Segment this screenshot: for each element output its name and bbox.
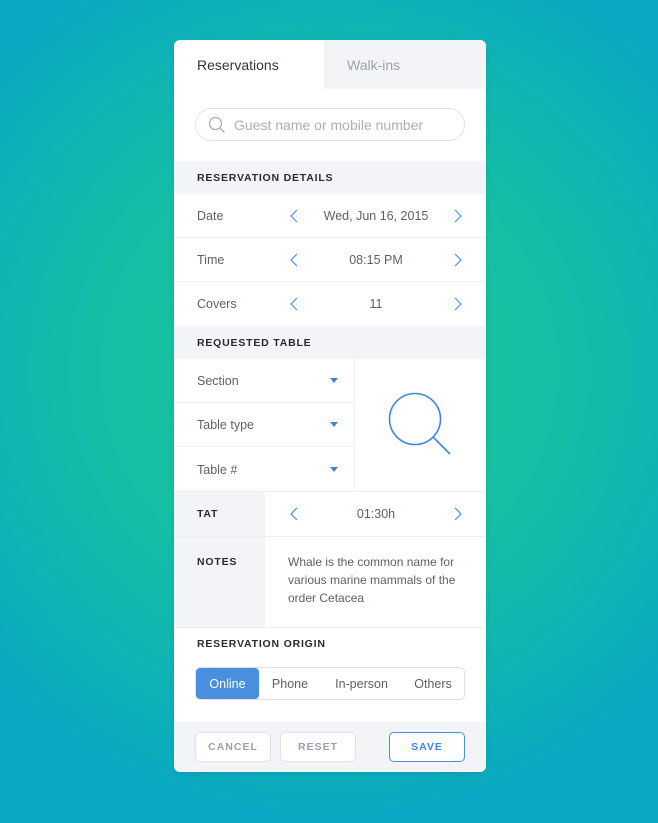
covers-row: Covers 11 bbox=[174, 282, 486, 326]
reset-button[interactable]: RESET bbox=[280, 732, 356, 762]
origin-option-others[interactable]: Others bbox=[402, 668, 464, 699]
time-prev-button[interactable] bbox=[286, 252, 302, 268]
covers-prev-button[interactable] bbox=[286, 296, 302, 312]
reservation-details: Date Wed, Jun 16, 2015 Time 08:15 PM Cov… bbox=[174, 194, 486, 326]
section-dropdown[interactable]: Section bbox=[174, 359, 354, 403]
date-label: Date bbox=[197, 208, 224, 223]
chevron-right-icon bbox=[454, 209, 462, 222]
save-button[interactable]: SAVE bbox=[389, 732, 465, 762]
tat-value: 01:30h bbox=[356, 507, 396, 521]
tat-next-button[interactable] bbox=[450, 506, 466, 522]
covers-next-button[interactable] bbox=[450, 296, 466, 312]
search-icon bbox=[208, 116, 225, 133]
table-number-dropdown[interactable]: Table # bbox=[174, 447, 354, 492]
tab-walk-ins[interactable]: Walk-ins bbox=[324, 40, 486, 89]
guest-search-input[interactable] bbox=[234, 116, 454, 133]
reservation-origin-heading: RESERVATION ORIGIN bbox=[197, 638, 326, 650]
origin-option-in-person[interactable]: In-person bbox=[321, 668, 402, 699]
chevron-left-icon bbox=[290, 253, 298, 266]
cancel-button[interactable]: CANCEL bbox=[195, 732, 271, 762]
reservation-details-heading: RESERVATION DETAILS bbox=[174, 161, 486, 194]
section-dropdown-label: Section bbox=[197, 373, 239, 388]
guest-search[interactable] bbox=[195, 108, 465, 141]
origin-option-online[interactable]: Online bbox=[196, 668, 259, 699]
origin-selector-wrap: Online Phone In-person Others bbox=[174, 658, 486, 721]
footer-actions: CANCEL RESET SAVE bbox=[174, 722, 486, 772]
table-search-preview[interactable] bbox=[355, 359, 486, 491]
table-number-dropdown-label: Table # bbox=[197, 462, 238, 477]
chevron-right-icon bbox=[454, 253, 462, 266]
table-type-dropdown-label: Table type bbox=[197, 417, 254, 432]
covers-label: Covers bbox=[197, 297, 237, 311]
table-type-dropdown[interactable]: Table type bbox=[174, 403, 354, 447]
magnifier-icon bbox=[388, 392, 451, 455]
time-label: Time bbox=[197, 252, 225, 267]
covers-value: 11 bbox=[369, 297, 383, 311]
notes-label: NOTES bbox=[174, 537, 265, 627]
notes-row: NOTES Whale is the common name for vario… bbox=[174, 537, 486, 628]
date-row: Date Wed, Jun 16, 2015 bbox=[174, 194, 486, 238]
search-area bbox=[174, 89, 486, 161]
requested-table-heading: REQUESTED TABLE bbox=[174, 326, 486, 359]
chevron-left-icon bbox=[290, 507, 298, 521]
date-next-button[interactable] bbox=[450, 208, 466, 224]
chevron-right-icon bbox=[454, 507, 462, 521]
tat-stepper: 01:30h bbox=[265, 492, 486, 536]
chevron-right-icon bbox=[454, 297, 462, 311]
tab-reservations[interactable]: Reservations bbox=[174, 40, 324, 89]
origin-selector: Online Phone In-person Others bbox=[195, 667, 465, 700]
caret-down-icon bbox=[330, 467, 338, 472]
chevron-left-icon bbox=[290, 297, 298, 311]
table-dropdowns: Section Table type Table # bbox=[174, 359, 355, 491]
date-value: Wed, Jun 16, 2015 bbox=[323, 208, 429, 223]
reservation-panel: Reservations Walk-ins RESERVATION DETAIL… bbox=[174, 40, 486, 772]
time-value: 08:15 PM bbox=[349, 252, 403, 267]
date-prev-button[interactable] bbox=[286, 208, 302, 224]
caret-down-icon bbox=[330, 422, 338, 427]
time-next-button[interactable] bbox=[450, 252, 466, 268]
tat-row: TAT 01:30h bbox=[174, 492, 486, 537]
notes-field[interactable]: Whale is the common name for various mar… bbox=[265, 537, 486, 627]
origin-option-phone[interactable]: Phone bbox=[259, 668, 321, 699]
time-row: Time 08:15 PM bbox=[174, 238, 486, 282]
tat-prev-button[interactable] bbox=[286, 506, 302, 522]
requested-table: Section Table type Table # bbox=[174, 359, 486, 492]
tab-bar: Reservations Walk-ins bbox=[174, 40, 486, 89]
caret-down-icon bbox=[330, 378, 338, 383]
chevron-left-icon bbox=[290, 209, 298, 222]
tat-label: TAT bbox=[174, 492, 265, 536]
